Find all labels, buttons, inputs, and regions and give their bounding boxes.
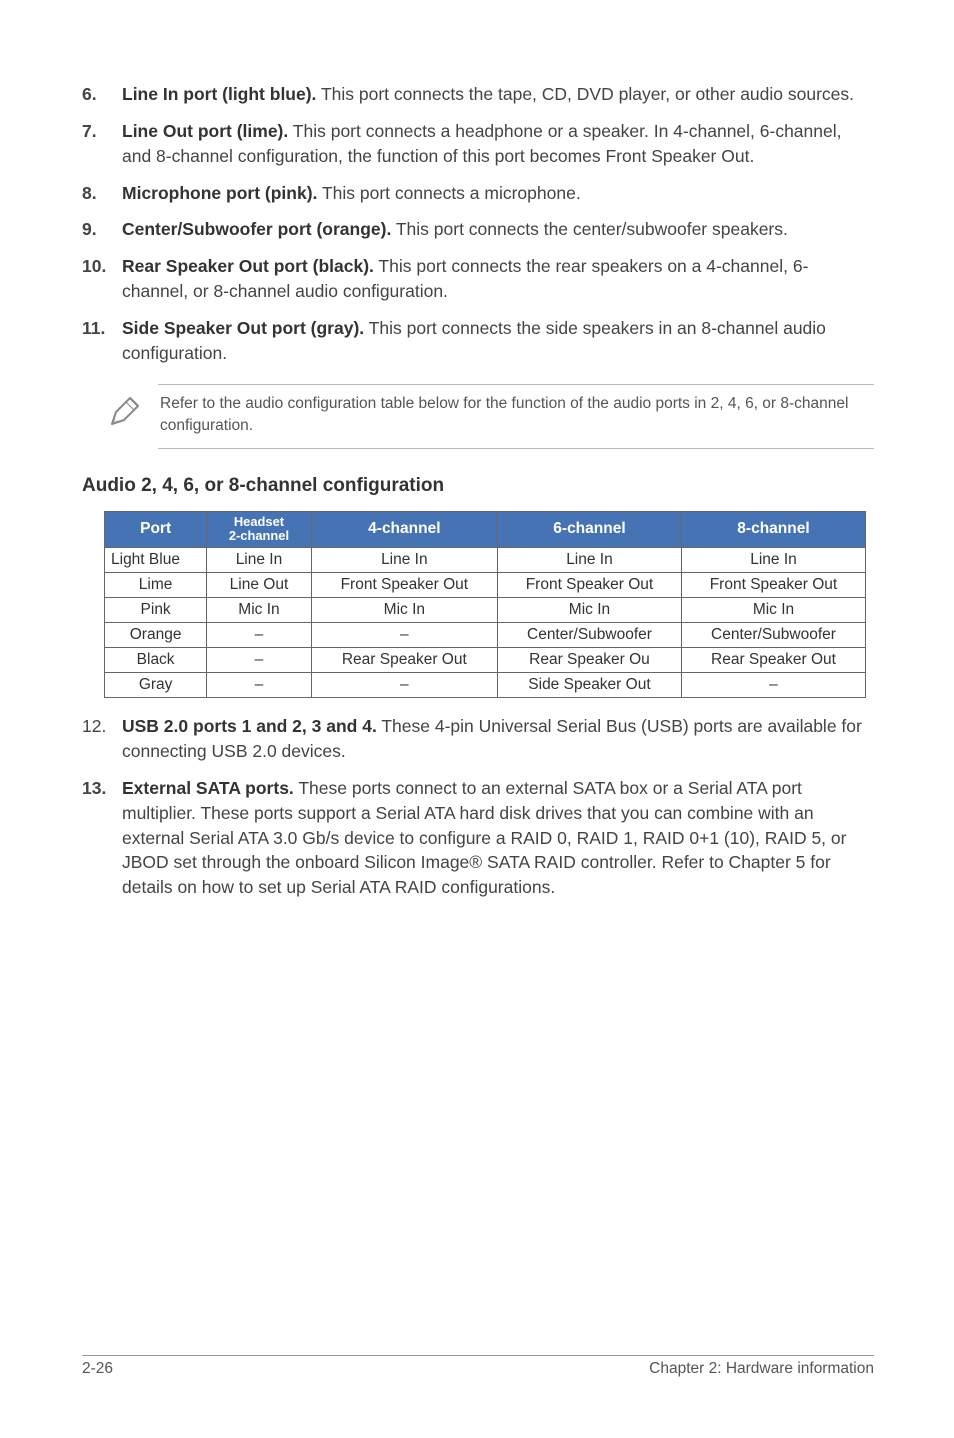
table-row: Pink Mic In Mic In Mic In Mic In	[105, 598, 866, 623]
list-item: 9. Center/Subwoofer port (orange). This …	[82, 217, 874, 242]
list-item: 12. USB 2.0 ports 1 and 2, 3 and 4. Thes…	[82, 714, 874, 764]
item-text: USB 2.0 ports 1 and 2, 3 and 4. These 4-…	[122, 714, 874, 764]
cell: –	[681, 673, 865, 698]
cell: Mic In	[311, 598, 497, 623]
item-number: 6.	[82, 82, 122, 107]
cell: Front Speaker Out	[681, 573, 865, 598]
cell: Line In	[207, 548, 311, 573]
cell: Front Speaker Out	[497, 573, 681, 598]
note-callout: Refer to the audio configuration table b…	[82, 384, 874, 449]
list-item: 11. Side Speaker Out port (gray). This p…	[82, 316, 874, 366]
cell-port: Black	[105, 648, 207, 673]
table-heading: Audio 2, 4, 6, or 8-channel configuratio…	[82, 475, 874, 497]
list-item: 8. Microphone port (pink). This port con…	[82, 181, 874, 206]
chapter-label: Chapter 2: Hardware information	[649, 1360, 874, 1378]
item-text: Microphone port (pink). This port connec…	[122, 181, 874, 206]
cell: –	[207, 673, 311, 698]
item-number: 13.	[82, 776, 122, 900]
item-number: 7.	[82, 119, 122, 169]
page-number: 2-26	[82, 1360, 113, 1378]
th-4ch: 4-channel	[311, 511, 497, 548]
table-row: Gray – – Side Speaker Out –	[105, 673, 866, 698]
cell: Line In	[681, 548, 865, 573]
item-text: Line Out port (lime). This port connects…	[122, 119, 874, 169]
item-number: 9.	[82, 217, 122, 242]
list-item: 13. External SATA ports. These ports con…	[82, 776, 874, 900]
list-item: 7. Line Out port (lime). This port conne…	[82, 119, 874, 169]
item-number: 12.	[82, 714, 122, 764]
cell-port: Orange	[105, 623, 207, 648]
table-row: Black – Rear Speaker Out Rear Speaker Ou…	[105, 648, 866, 673]
cell: Rear Speaker Out	[681, 648, 865, 673]
item-text: Center/Subwoofer port (orange). This por…	[122, 217, 874, 242]
cell-port: Pink	[105, 598, 207, 623]
cell: –	[311, 673, 497, 698]
item-text: Rear Speaker Out port (black). This port…	[122, 254, 874, 304]
cell: Rear Speaker Ou	[497, 648, 681, 673]
page-footer: 2-26 Chapter 2: Hardware information	[82, 1355, 874, 1378]
audio-config-table: Port Headset2-channel 4-channel 6-channe…	[104, 511, 866, 699]
list-item: 6. Line In port (light blue). This port …	[82, 82, 874, 107]
note-text: Refer to the audio configuration table b…	[158, 384, 874, 449]
port-list-lower: 12. USB 2.0 ports 1 and 2, 3 and 4. Thes…	[82, 714, 874, 900]
cell: Center/Subwoofer	[681, 623, 865, 648]
th-headset: Headset2-channel	[207, 511, 311, 548]
cell-port: Lime	[105, 573, 207, 598]
table-row: Orange – – Center/Subwoofer Center/Subwo…	[105, 623, 866, 648]
item-text: External SATA ports. These ports connect…	[122, 776, 874, 900]
cell: Mic In	[497, 598, 681, 623]
cell: Line Out	[207, 573, 311, 598]
table-row: Light Blue Line In Line In Line In Line …	[105, 548, 866, 573]
table-row: Lime Line Out Front Speaker Out Front Sp…	[105, 573, 866, 598]
item-text: Side Speaker Out port (gray). This port …	[122, 316, 874, 366]
cell: –	[311, 623, 497, 648]
cell-port: Gray	[105, 673, 207, 698]
th-8ch: 8-channel	[681, 511, 865, 548]
item-number: 8.	[82, 181, 122, 206]
th-port: Port	[105, 511, 207, 548]
cell: Mic In	[207, 598, 311, 623]
cell: Line In	[497, 548, 681, 573]
note-pencil-icon	[104, 392, 154, 437]
cell: Rear Speaker Out	[311, 648, 497, 673]
cell: Mic In	[681, 598, 865, 623]
item-number: 11.	[82, 316, 122, 366]
th-6ch: 6-channel	[497, 511, 681, 548]
cell: Line In	[311, 548, 497, 573]
cell-port: Light Blue	[105, 548, 207, 573]
cell: Side Speaker Out	[497, 673, 681, 698]
cell: –	[207, 648, 311, 673]
port-list-upper: 6. Line In port (light blue). This port …	[82, 82, 874, 366]
item-number: 10.	[82, 254, 122, 304]
item-text: Line In port (light blue). This port con…	[122, 82, 874, 107]
cell: –	[207, 623, 311, 648]
list-item: 10. Rear Speaker Out port (black). This …	[82, 254, 874, 304]
cell: Front Speaker Out	[311, 573, 497, 598]
cell: Center/Subwoofer	[497, 623, 681, 648]
